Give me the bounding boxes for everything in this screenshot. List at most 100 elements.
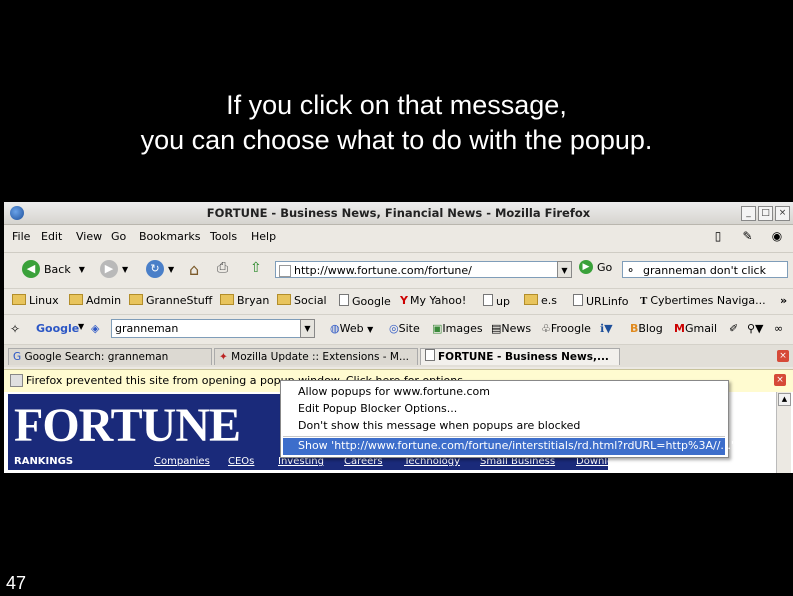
gmail-label: Gmail [684, 322, 718, 335]
print-button[interactable]: ⎙ [217, 260, 228, 276]
menu-separator [283, 436, 725, 437]
info-icon[interactable]: ℹ▼ [600, 322, 613, 335]
menu-file[interactable]: File [12, 230, 30, 243]
vertical-scrollbar[interactable]: ▲ [776, 392, 791, 473]
bookmark-es[interactable]: e.s [524, 294, 557, 307]
nav-link-companies[interactable]: Companies [154, 454, 210, 470]
forward-button[interactable]: ▶ ▼ [100, 260, 128, 278]
google-gmail-button[interactable]: MGmail [674, 322, 717, 335]
menu-item-allow-popups[interactable]: Allow popups for www.fortune.com [298, 385, 490, 398]
google-web-button[interactable]: ◍Web ▼ [330, 322, 373, 335]
froogle-icon: ♧ [541, 322, 551, 335]
close-notification-icon[interactable]: × [774, 374, 786, 386]
bookmark-label: Google [352, 295, 391, 308]
tab-label: Mozilla Update :: Extensions - M... [231, 351, 409, 363]
nytimes-icon: T [640, 295, 648, 307]
bookmark-grannestuff[interactable]: GranneStuff [129, 294, 212, 307]
fortune-logo[interactable]: FORTUNE [14, 398, 241, 453]
google-logo[interactable]: Google [36, 322, 79, 335]
bookmark-label: Social [294, 294, 327, 307]
search-engine-icon[interactable]: ⚬ [626, 262, 635, 279]
scroll-up-arrow[interactable]: ▲ [778, 393, 791, 406]
tab-label: FORTUNE - Business News,... [438, 351, 609, 363]
binoculars-icon[interactable]: ∞ [774, 322, 783, 335]
bookmark-urlinfo[interactable]: URLinfo [573, 294, 628, 308]
popup-blocked-icon [10, 374, 23, 387]
search-box[interactable]: ⚬ granneman don't click [622, 261, 788, 278]
go-icon: ▶ [579, 260, 593, 274]
bookmark-bryan[interactable]: Bryan [220, 294, 269, 307]
bookmark-label: My Yahoo! [409, 294, 467, 307]
reload-button[interactable]: ↻ ▼ [146, 260, 174, 278]
web-label: Web [339, 322, 364, 335]
tab-google-search[interactable]: G Google Search: granneman [8, 348, 212, 365]
menu-item-edit-popup-options[interactable]: Edit Popup Blocker Options... [298, 402, 457, 415]
google-froogle-button[interactable]: ♧Froogle [541, 322, 591, 335]
reload-icon: ↻ [146, 260, 164, 278]
menu-item-show-popup[interactable]: Show 'http://www.fortune.com/fortune/int… [283, 438, 734, 455]
bookmark-cybertimes[interactable]: T Cybertimes Naviga... [640, 294, 766, 307]
page-icon [425, 349, 435, 361]
google-images-button[interactable]: ▣Images [432, 322, 483, 335]
google-dropdown-icon[interactable]: ▼ [78, 322, 84, 331]
maximize-button[interactable]: □ [758, 206, 773, 221]
notepad-icon[interactable]: ▯ [710, 229, 726, 243]
caption-line-2: you can choose what to do with the popup… [140, 125, 653, 155]
bookmark-google[interactable]: Google [339, 294, 391, 308]
bookmark-label: e.s [541, 294, 557, 307]
pencil-icon[interactable]: ✎ [740, 229, 756, 243]
bookmark-up[interactable]: up [483, 294, 510, 308]
fortune-banner[interactable]: FORTUNE [8, 394, 274, 454]
google-toolbar: ✧ Google ▼ ◈ granneman ▼ ◍Web ▼ ◎Site ▣I… [4, 314, 793, 341]
bookmark-label: Admin [86, 294, 122, 307]
bookmark-linux[interactable]: Linux [12, 294, 59, 307]
images-label: Images [442, 322, 483, 335]
menu-help[interactable]: Help [251, 230, 276, 243]
up-icon[interactable]: ◈ [91, 322, 99, 335]
printer-icon: ⎙ [217, 260, 229, 276]
home-button[interactable]: ⌂ [189, 260, 199, 279]
bookmark-social[interactable]: Social [277, 294, 327, 307]
google-site-button[interactable]: ◎Site [389, 322, 420, 335]
tab-fortune[interactable]: FORTUNE - Business News,... [420, 348, 620, 365]
back-arrow-icon: ◀ [22, 260, 40, 278]
page-icon [573, 294, 583, 306]
bookmarks-overflow-button[interactable]: » [780, 294, 787, 307]
search-icon[interactable]: ⚲▼ [747, 322, 764, 335]
menu-bookmarks[interactable]: Bookmarks [139, 230, 200, 243]
url-bar[interactable]: http://www.fortune.com/fortune/ [275, 261, 565, 278]
page-icon [339, 294, 349, 306]
menu-item-dont-show-message[interactable]: Don't show this message when popups are … [298, 419, 580, 432]
tools-icon[interactable]: ✧ [10, 322, 20, 336]
go-up-button[interactable]: ⇧ [250, 260, 262, 276]
bookmark-admin[interactable]: Admin [69, 294, 121, 307]
back-dropdown-icon[interactable]: ▼ [79, 265, 85, 274]
bookmark-label: Linux [29, 294, 59, 307]
menu-go[interactable]: Go [111, 230, 126, 243]
forward-dropdown-icon[interactable]: ▼ [122, 265, 128, 274]
popup-options-menu: Allow popups for www.fortune.com Edit Po… [280, 380, 734, 458]
google-search-dropdown[interactable]: ▼ [300, 319, 315, 338]
highlighter-icon[interactable]: ✐ [729, 322, 738, 335]
minimize-button[interactable]: _ [741, 206, 756, 221]
menu-edit[interactable]: Edit [41, 230, 62, 243]
close-tab-icon[interactable]: × [777, 350, 789, 362]
close-button[interactable]: × [775, 206, 790, 221]
google-news-button[interactable]: ▤News [491, 322, 531, 335]
menu-tools[interactable]: Tools [210, 230, 237, 243]
google-search-input[interactable]: granneman [111, 319, 301, 338]
news-icon: ▤ [491, 322, 502, 335]
nav-link-ceos[interactable]: CEOs [228, 454, 254, 470]
show-popup-label: Show 'http://www.fortune.com/fortune/int… [298, 439, 734, 452]
slide-caption: If you click on that message, you can ch… [0, 88, 793, 158]
url-dropdown-button[interactable]: ▼ [557, 261, 572, 278]
menu-bar: File Edit View Go Bookmarks Tools Help ▯… [4, 226, 793, 246]
back-button[interactable]: ◀ Back ▼ [22, 260, 85, 278]
bookmark-my-yahoo[interactable]: Y My Yahoo! [400, 294, 466, 307]
tab-mozilla-update[interactable]: ✦ Mozilla Update :: Extensions - M... [214, 348, 418, 365]
menu-view[interactable]: View [76, 230, 102, 243]
google-blog-button[interactable]: BBlog [630, 322, 663, 335]
caption-line-1: If you click on that message, [226, 90, 567, 120]
reload-dropdown-icon[interactable]: ▼ [168, 265, 174, 274]
go-button[interactable]: ▶ Go [579, 260, 612, 274]
